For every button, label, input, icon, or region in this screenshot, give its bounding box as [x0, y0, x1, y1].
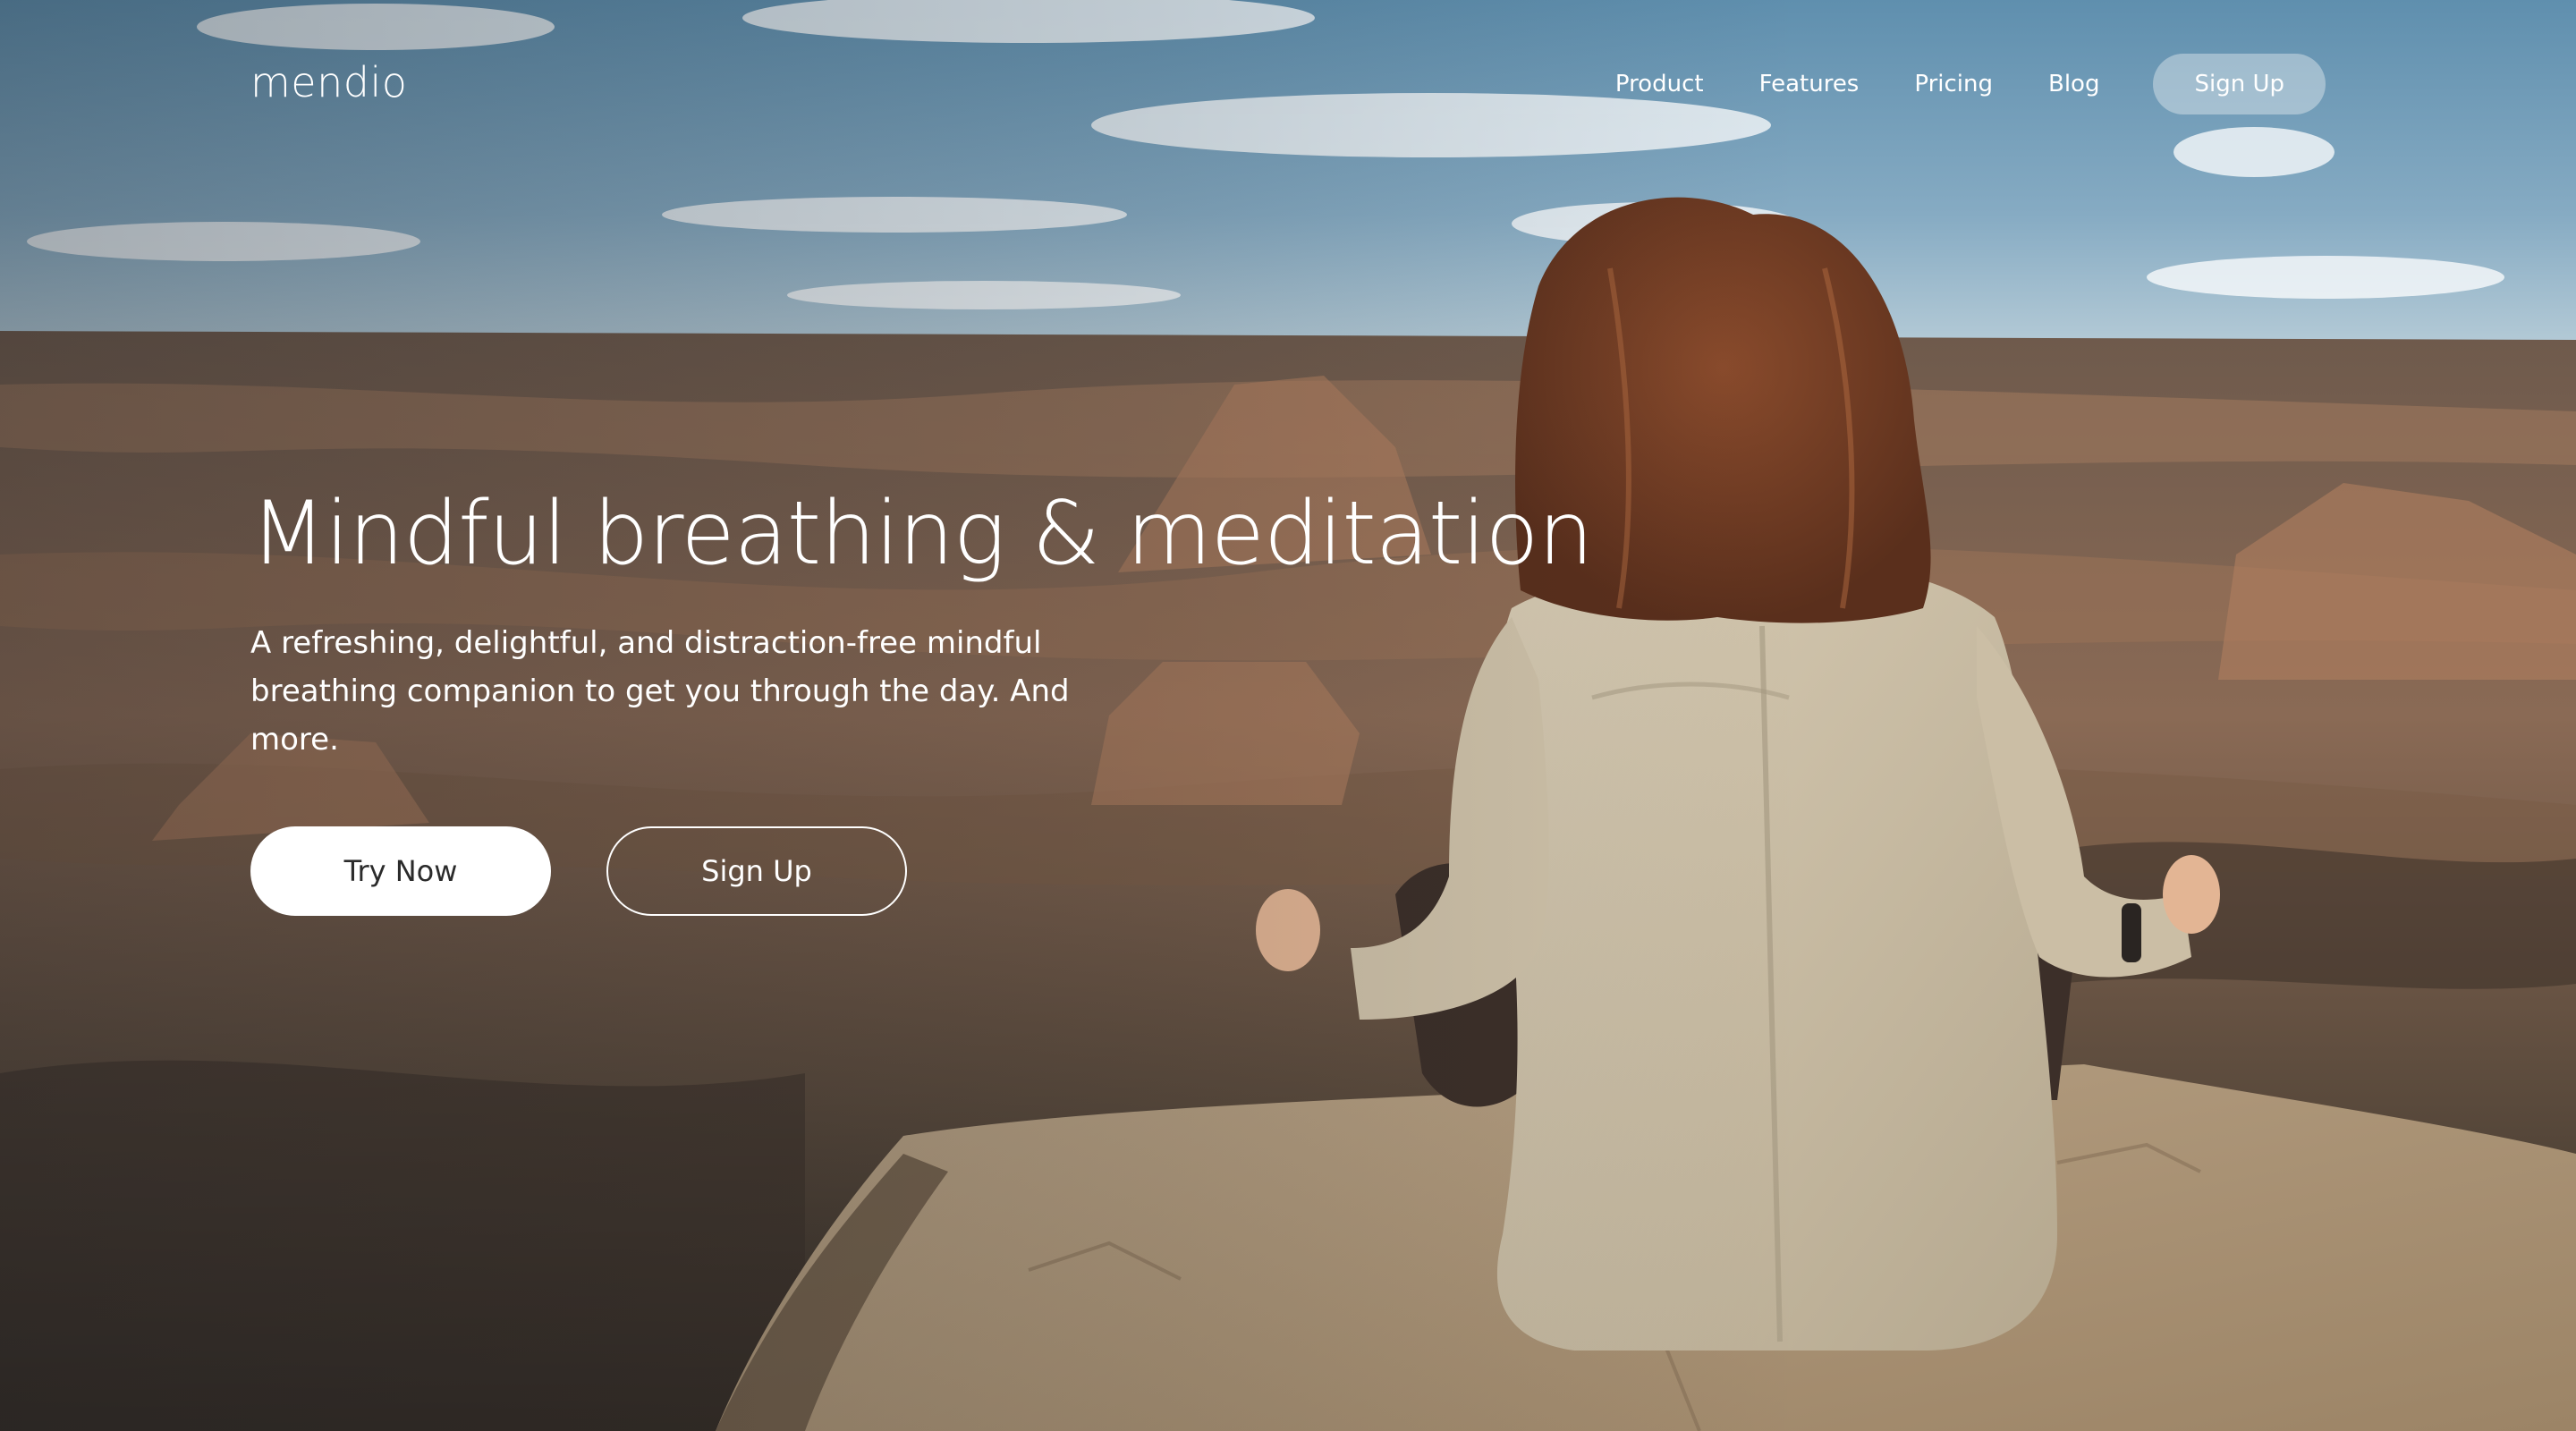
nav-link-product[interactable]: Product [1615, 52, 1704, 116]
hero-cta-group: Try Now Sign Up [250, 826, 907, 916]
hero-headline: Mindful breathing & meditation [250, 483, 1594, 585]
top-navigation: mendio Product Features Pricing Blog Sig… [0, 0, 2576, 166]
nav-signup-button[interactable]: Sign Up [2153, 54, 2326, 114]
nav-link-features[interactable]: Features [1759, 52, 1860, 116]
nav-links: Product Features Pricing Blog Sign Up [1615, 52, 2326, 116]
hero-subtext: A refreshing, delightful, and distractio… [250, 625, 1070, 758]
try-now-button[interactable]: Try Now [250, 826, 551, 916]
hero-signup-button[interactable]: Sign Up [606, 826, 907, 916]
hero-section: mendio Product Features Pricing Blog Sig… [0, 0, 2576, 1431]
nav-link-pricing[interactable]: Pricing [1914, 52, 1993, 116]
brand-logo[interactable]: mendio [250, 55, 407, 109]
nav-link-blog[interactable]: Blog [2048, 52, 2099, 116]
